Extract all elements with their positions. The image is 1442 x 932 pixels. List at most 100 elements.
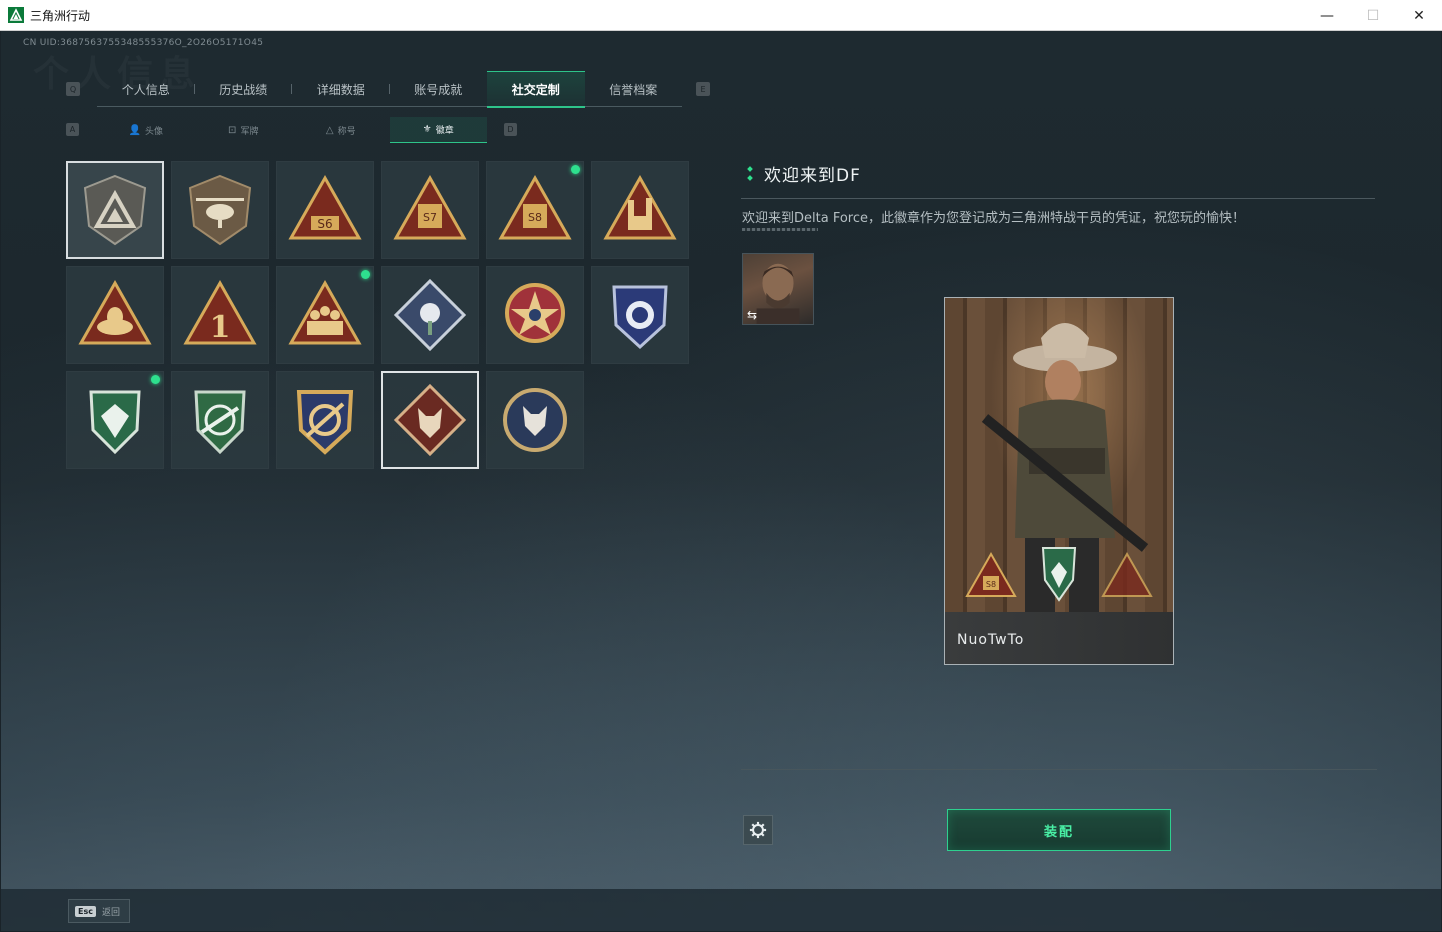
dogtag-icon: ⊡ [228,124,237,136]
tab-reputation[interactable]: 信誉档案 [585,71,683,107]
player-name: NuoTwTo [957,632,1025,648]
card-badge-slots: S8 [965,547,1153,602]
star-compass-badge-icon [505,283,565,343]
badge-squad[interactable] [276,266,374,364]
tab-label: 个人信息 [121,82,170,97]
s6-badge-icon: S6 [288,174,362,240]
badge-golden-lotus[interactable] [66,266,164,364]
window-titlebar: 三角洲行动 — ☐ ✕ [0,0,1442,31]
divider [741,769,1377,770]
gold-crosshair-badge-icon [296,390,354,455]
squad-badge-icon [288,279,362,345]
card-equipped-badges: S8 [959,544,1159,604]
helicopter-badge-icon [188,174,252,246]
tab-label: 账号成就 [414,82,463,97]
badge-title: 欢迎来到DF [764,166,861,186]
badge-df-welcome[interactable] [66,161,164,259]
wolf-diamond-badge-icon [393,383,467,457]
wolf-circle-badge-icon [503,388,567,452]
svg-text:S6: S6 [317,217,332,231]
next-subtab-key-hint: D [504,123,517,136]
new-indicator-dot [151,375,160,384]
tab-personal-info[interactable]: 个人信息 [97,71,195,107]
badge-s6[interactable]: S6 [276,161,374,259]
badge-rose-diamond[interactable] [381,266,479,364]
subtab-label: 军牌 [240,126,259,137]
subtab-badge[interactable]: ⚜ 徽章 [389,117,487,143]
subtab-label: 称号 [337,126,356,137]
df-welcome-badge-icon [83,174,147,246]
game-viewport: 个人信息 CN UID:3687563755348555376O_2O26O51… [1,31,1441,931]
badge-blue-shield[interactable] [591,266,689,364]
badge-wolf-diamond[interactable] [381,371,479,469]
subtab-dogtag[interactable]: ⊡ 军牌 [195,117,293,143]
tab-label: 社交定制 [511,83,560,97]
badge-green-rifle[interactable] [171,371,269,469]
tab-social-customization[interactable]: 社交定制 [487,71,585,108]
player-card-preview: S8 NuoTwTo [944,297,1174,665]
tab-label: 详细数据 [316,82,365,97]
close-button[interactable]: ✕ [1396,0,1442,31]
back-label: 返回 [101,907,120,918]
next-tab-key-hint: E [696,82,710,96]
tab-detailed-stats[interactable]: 详细数据 [292,71,390,107]
number-one-badge-icon: 1 [183,279,257,345]
s7-badge-icon: S7 [393,174,467,240]
esc-key-hint: Esc [75,905,96,917]
new-indicator-dot [571,165,580,174]
minimize-button[interactable]: — [1304,0,1350,31]
gear-icon [749,821,767,839]
subtab-label: 徽章 [435,126,454,136]
divider [741,198,1375,199]
player-uid: CN UID:3687563755348555376O_2O26O5171O45 [23,38,264,48]
badge-detail-header: 欢迎来到DF [746,161,861,186]
footer-bar: Esc 返回 [1,889,1441,931]
person-icon: 👤 [128,124,141,136]
badge-star-compass[interactable] [486,266,584,364]
badge-icon: ⚜ [422,124,432,135]
new-indicator-dot [361,270,370,279]
tab-label: 历史战绩 [219,82,268,97]
green-gem-badge-icon [89,390,141,455]
subtab-avatar[interactable]: 👤 头像 [97,117,195,143]
operator-portrait-swap[interactable]: ⇆ [742,253,814,325]
rose-diamond-badge-icon [393,278,467,352]
svg-text:1: 1 [210,310,231,345]
card-badge-s8-label: S8 [986,580,996,589]
badge-green-gem[interactable] [66,371,164,469]
badge-s7[interactable]: S7 [381,161,479,259]
badge-wolf-circle[interactable] [486,371,584,469]
main-tab-bar: 个人信息 历史战绩 详细数据 账号成就 社交定制 信誉档案 [97,71,683,108]
prev-tab-key-hint: Q [66,82,80,96]
badge-description: 欢迎来到Delta Force，此徽章作为您登记成为三角洲特战干员的凭证，祝您玩… [742,211,1245,226]
app-logo-icon [8,7,24,23]
title-accent-icon [746,165,754,182]
badge-helicopter[interactable] [171,161,269,259]
equip-button[interactable]: 装配 [947,809,1171,851]
prev-subtab-key-hint: A [66,123,79,136]
subtab-title[interactable]: △ 称号 [292,117,390,143]
green-rifle-badge-icon [194,390,246,455]
s8-badge-icon: S8 [498,174,572,240]
swap-icon: ⇆ [747,308,758,322]
tab-achievements[interactable]: 账号成就 [390,71,488,107]
badge-number-one[interactable]: 1 [171,266,269,364]
back-button[interactable]: Esc 返回 [68,899,130,923]
badge-s8[interactable]: S8 [486,161,584,259]
badge-gold-crosshair[interactable] [276,371,374,469]
rock-hand-badge-icon [603,174,677,240]
svg-text:S8: S8 [528,211,542,224]
subtab-label: 头像 [144,126,163,137]
description-underline [742,228,818,231]
blue-shield-badge-icon [612,285,668,350]
tab-label: 信誉档案 [609,82,658,97]
sub-tab-bar: 👤 头像 ⊡ 军牌 △ 称号 ⚜ 徽章 [97,117,487,143]
tab-match-history[interactable]: 历史战绩 [195,71,292,107]
badge-rock-hand[interactable] [591,161,689,259]
settings-button[interactable] [743,815,773,845]
golden-lotus-badge-icon [78,279,152,345]
window-title: 三角洲行动 [30,8,91,23]
title-icon: △ [325,124,334,136]
maximize-button[interactable]: ☐ [1350,0,1396,31]
svg-text:S7: S7 [423,211,437,224]
